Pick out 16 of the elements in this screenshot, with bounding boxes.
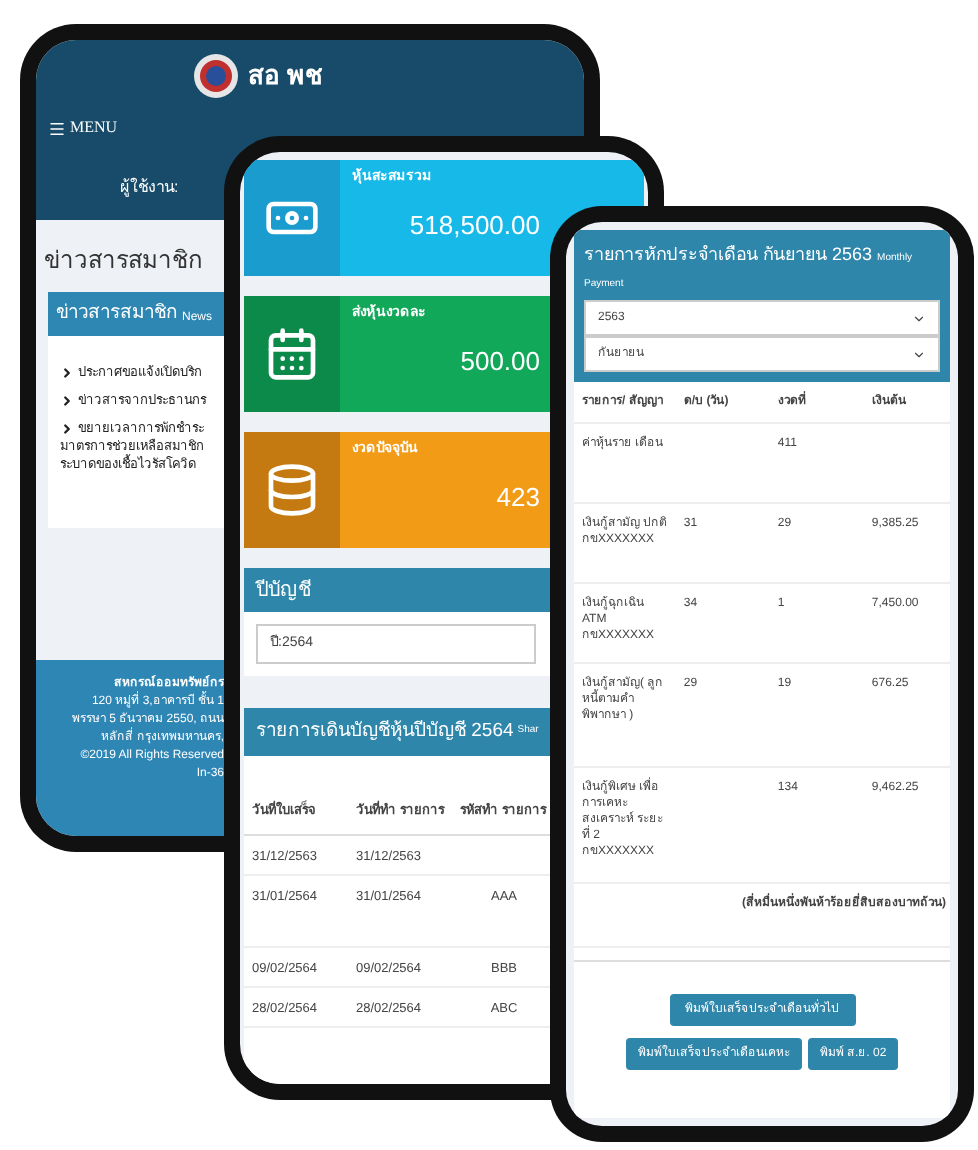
menu-icon [48,119,66,137]
panel-title: รายการเดินบัญชีหุ้นปีบัญชี 2564 [256,717,514,746]
menu-button[interactable]: MENU [48,116,118,140]
stat-value: 500.00 [460,343,540,379]
page-title: ข่าวสารสมาชิก [44,244,202,278]
user-label: ผู้ใช้งาน: [120,176,179,200]
chevron-down-icon [912,347,926,361]
panel-title: ปีบัญชี [256,577,312,605]
app-name: สอ พช [248,58,324,95]
chevron-down-icon [912,311,926,325]
stat-value: 423 [496,479,540,515]
stat-value: 518,500.00 [409,207,540,243]
panel-title: ข่าวสารสมาชิก [56,299,178,328]
calendar-icon [264,326,320,382]
emblem-logo [192,52,240,100]
coin-stack-icon [264,462,320,518]
